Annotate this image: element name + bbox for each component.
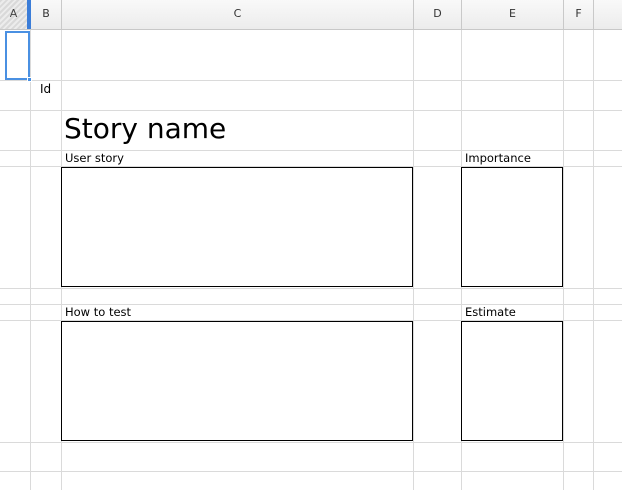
estimate-box[interactable] — [461, 321, 563, 441]
column-header-a[interactable]: A — [0, 0, 31, 29]
spreadsheet: A B C D E F Id Story name User story Imp… — [0, 0, 622, 490]
grid-line — [413, 30, 414, 490]
grid-line — [0, 288, 622, 289]
cell-estimate-label[interactable]: Estimate — [465, 305, 516, 319]
cell-user-story-label[interactable]: User story — [65, 151, 124, 165]
grid-line — [30, 30, 31, 490]
fill-handle[interactable] — [27, 77, 32, 82]
cell-story-name[interactable]: Story name — [64, 111, 226, 147]
user-story-box[interactable] — [61, 167, 413, 287]
column-header-e[interactable]: E — [462, 0, 564, 29]
grid-line — [0, 442, 622, 443]
column-header-b[interactable]: B — [31, 0, 62, 29]
grid-line — [563, 30, 564, 490]
column-header-d[interactable]: D — [414, 0, 462, 29]
cell-how-to-test-label[interactable]: How to test — [65, 305, 131, 319]
column-header-c[interactable]: C — [62, 0, 414, 29]
cell-importance-label[interactable]: Importance — [465, 151, 531, 165]
grid-line — [0, 471, 622, 472]
how-to-test-box[interactable] — [61, 321, 413, 441]
grid-line — [0, 80, 622, 81]
selected-cell-a1[interactable] — [5, 31, 30, 80]
importance-box[interactable] — [461, 167, 563, 287]
column-header-row: A B C D E F — [0, 0, 622, 30]
cell-id-label[interactable]: Id — [40, 82, 51, 96]
grid-line — [593, 30, 594, 490]
column-header-f[interactable]: F — [564, 0, 594, 29]
